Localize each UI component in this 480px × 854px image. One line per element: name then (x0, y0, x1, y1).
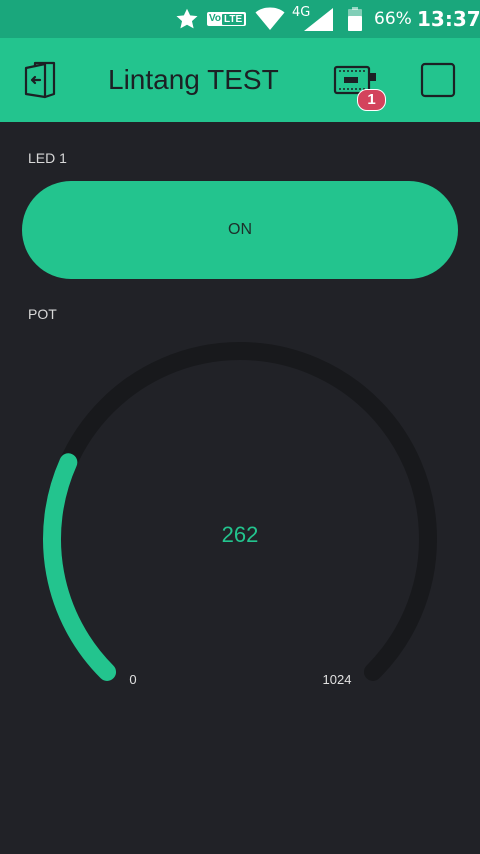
page-title: Lintang TEST (108, 64, 279, 95)
gauge-fill (43, 453, 117, 681)
star-icon (174, 0, 200, 38)
exit-icon[interactable] (20, 60, 62, 100)
pot-gauge (43, 342, 437, 681)
clock: 13:37 (417, 7, 480, 31)
gauge-max-label: 1024 (322, 672, 352, 687)
battery-percent: 66% (374, 9, 412, 29)
device-count-badge: 1 (357, 89, 386, 111)
square-icon[interactable] (420, 62, 456, 98)
gauge-track (43, 342, 437, 681)
volte-icon: Vo LTE (207, 0, 247, 38)
led-toggle-button[interactable]: ON (22, 181, 458, 279)
signal-icon (302, 0, 334, 38)
gauge-value: 262 (221, 522, 259, 547)
led-label: LED 1 (28, 150, 67, 166)
status-bar: Vo LTE 4G 66% 13:37 (0, 0, 480, 38)
wifi-icon (255, 0, 285, 38)
gauge-min-label: 0 (129, 672, 137, 687)
app-bar: Lintang TEST 1 (0, 38, 480, 122)
led-state-label: ON (228, 221, 252, 238)
battery-icon (347, 0, 363, 38)
